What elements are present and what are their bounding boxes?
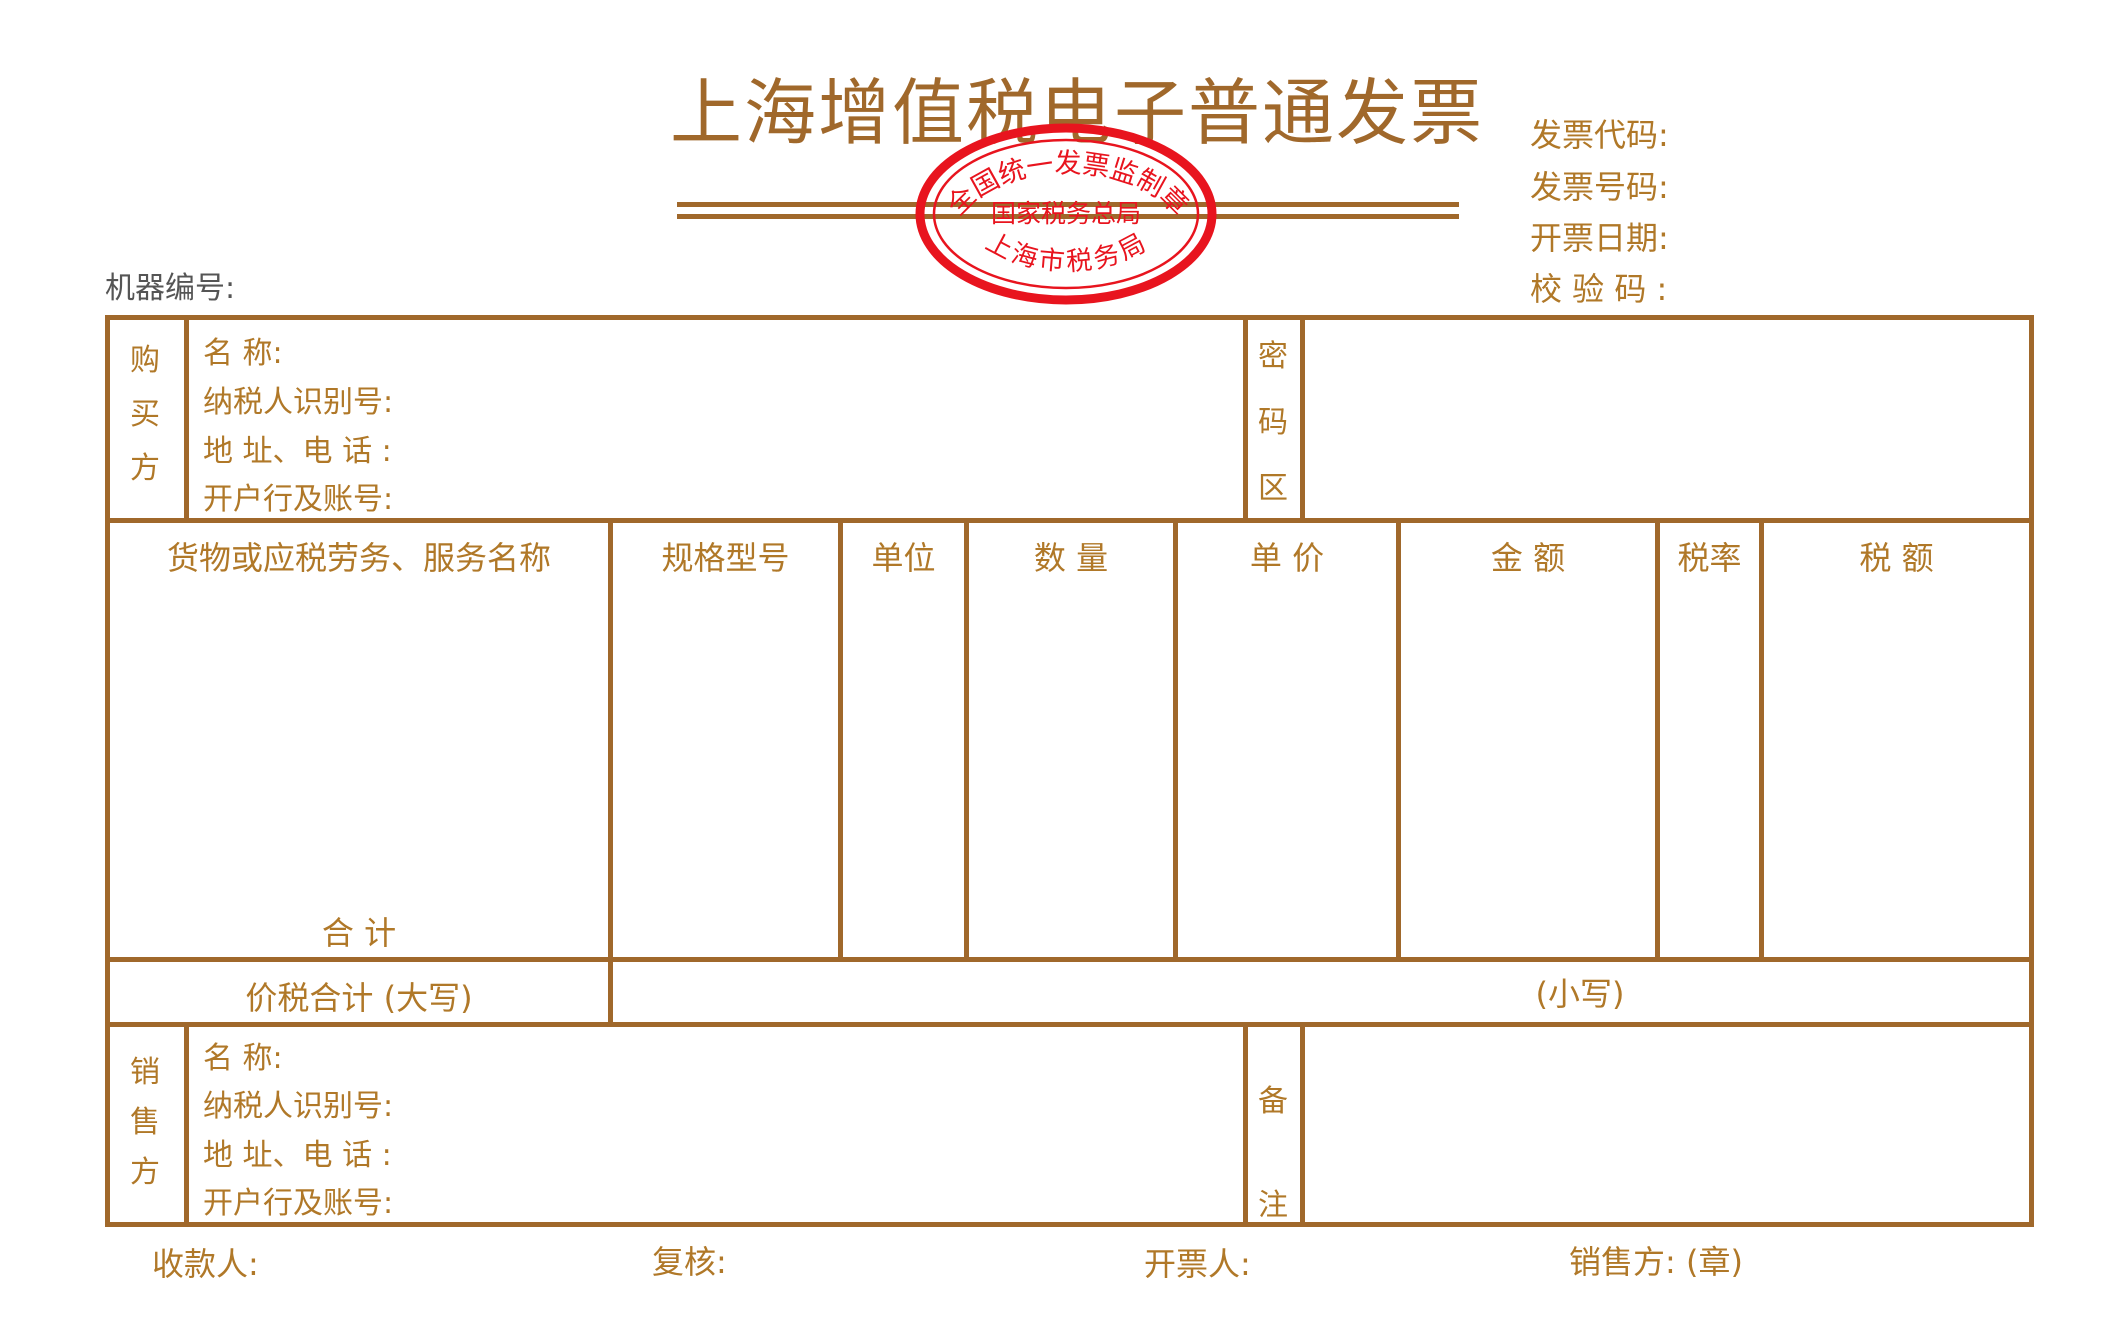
total-lowercase-label: (小写): [1535, 975, 1625, 1013]
col-divider-3: [964, 518, 969, 960]
buyer-section-divider: [105, 518, 2034, 523]
items-section-divider: [105, 957, 2034, 962]
supervision-stamp: 全国统一发票监制章 国家税务总局 上海市税务局: [915, 123, 1217, 305]
col-header-tax-rate: 税率: [1677, 539, 1742, 577]
buyer-name-label: 名 称:: [203, 336, 283, 371]
machine-number-label: 机器编号:: [105, 271, 236, 306]
invoice-code-label: 发票代码:: [1530, 116, 1669, 154]
col-divider-6: [1655, 518, 1660, 960]
col-header-unit-price: 单 价: [1249, 539, 1325, 577]
password-left-divider: [1243, 315, 1248, 521]
totals-section-divider: [105, 1022, 2034, 1027]
seller-address-phone-label: 地 址、电 话 :: [203, 1138, 392, 1173]
seller-side-label: 销 售 方: [130, 1055, 160, 1190]
payee-label: 收款人:: [152, 1245, 259, 1283]
check-code-label: 校 验 码 :: [1530, 270, 1668, 308]
col-header-item-name: 货物或应税劳务、服务名称: [166, 539, 551, 577]
invoice-number-label: 发票号码:: [1530, 168, 1669, 206]
stamp-middle-text: 国家税务总局: [991, 199, 1141, 228]
col-divider-4: [1173, 518, 1178, 960]
seller-name-label: 名 称:: [203, 1041, 283, 1076]
col-divider-2: [838, 518, 843, 960]
col-header-amount: 金 额: [1490, 539, 1566, 577]
issue-date-label: 开票日期:: [1530, 219, 1669, 257]
stamp-bottom-arc-text: 上海市税务局: [981, 227, 1154, 278]
seller-side-divider: [184, 1022, 189, 1227]
password-area-label: 密 码 区: [1258, 339, 1288, 506]
buyer-taxpayer-id-label: 纳税人识别号:: [203, 385, 394, 420]
seller-seal-label: 销售方: (章): [1569, 1243, 1743, 1281]
col-divider-1: [608, 518, 613, 1026]
seller-taxpayer-id-label: 纳税人识别号:: [203, 1089, 394, 1124]
remarks-right-divider: [1300, 1022, 1305, 1227]
col-divider-5: [1396, 518, 1401, 960]
buyer-side-label: 购 买 方: [130, 343, 160, 486]
buyer-side-divider: [184, 315, 189, 521]
issuer-label: 开票人:: [1144, 1245, 1251, 1283]
col-header-tax-amount: 税 额: [1859, 539, 1934, 577]
remarks-label: 备 注: [1258, 1084, 1288, 1223]
reviewer-label: 复核:: [652, 1243, 727, 1281]
remarks-left-divider: [1243, 1022, 1248, 1227]
col-header-quantity: 数 量: [1033, 539, 1109, 577]
col-divider-7: [1759, 518, 1764, 960]
col-header-unit: 单位: [871, 539, 936, 577]
invoice-frame: [105, 315, 2034, 1227]
seller-bank-account-label: 开户行及账号:: [203, 1186, 394, 1221]
col-header-spec: 规格型号: [661, 539, 790, 577]
total-label: 合 计: [321, 914, 397, 952]
buyer-address-phone-label: 地 址、电 话 :: [203, 434, 392, 469]
password-right-divider: [1300, 315, 1305, 521]
buyer-bank-account-label: 开户行及账号:: [203, 482, 394, 517]
total-uppercase-label: 价税合计 (大写): [245, 979, 473, 1017]
